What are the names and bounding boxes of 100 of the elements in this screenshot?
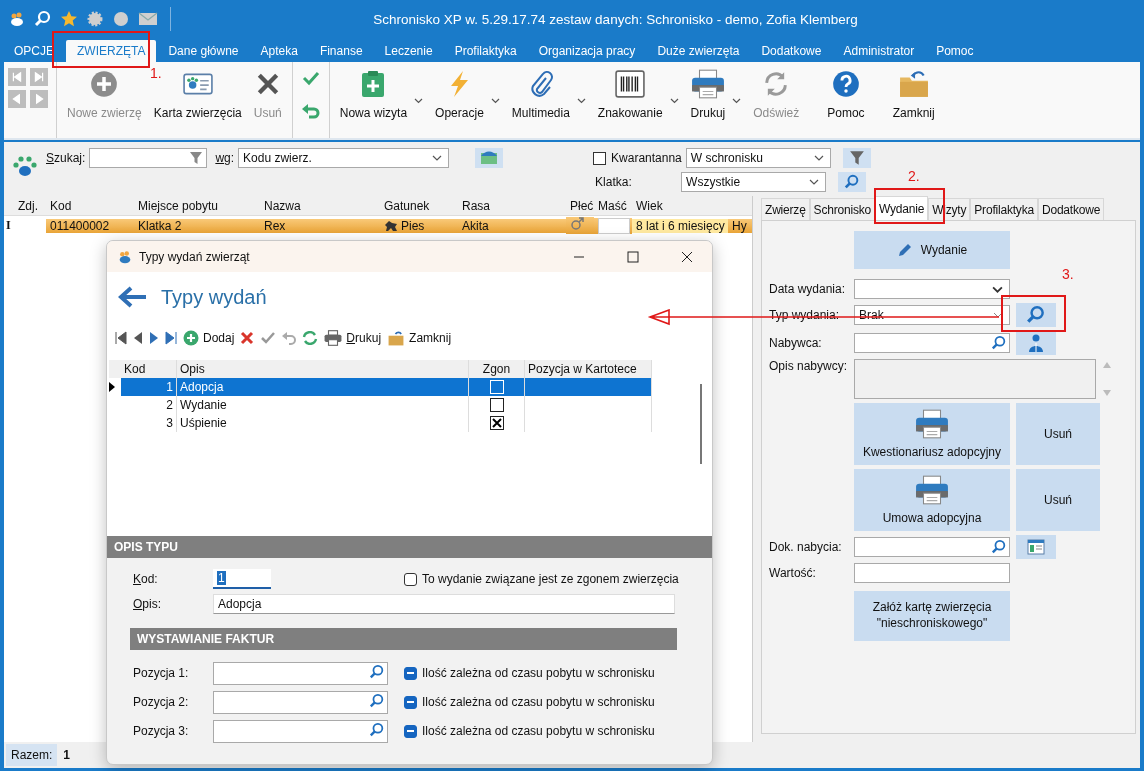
back-arrow-icon[interactable] — [117, 286, 147, 308]
menu-tab[interactable]: Administrator — [833, 40, 925, 62]
menu-tab[interactable]: Apteka — [250, 40, 308, 62]
menu-tab[interactable]: ZWIERZĘTA — [66, 40, 157, 62]
mail-icon[interactable] — [138, 11, 158, 27]
first-record-button[interactable] — [8, 68, 26, 86]
search-icon[interactable] — [34, 10, 52, 28]
filter-button[interactable] — [842, 148, 871, 168]
search-by-select[interactable]: Kodu zwierz. — [238, 148, 450, 168]
table-row[interactable]: I 011400002 Klatka 2 Rex Pies Akita 8 lat i 6 miesięcy Hy — [4, 215, 752, 235]
next-record-icon[interactable] — [149, 331, 159, 345]
buyer-description-field[interactable] — [854, 359, 1096, 399]
refresh-icon[interactable] — [302, 331, 319, 345]
filter-icon[interactable] — [189, 151, 204, 165]
position-field[interactable] — [213, 719, 388, 743]
duration-checkbox[interactable]: Ilość zależna od czasu pobytu w schronisku — [404, 724, 655, 738]
position-field[interactable] — [213, 661, 388, 685]
detail-tab[interactable]: Wydanie — [875, 196, 929, 220]
death-checkbox[interactable] — [489, 416, 504, 430]
ribbon-button[interactable]: Zamknij — [886, 62, 957, 138]
menu-tab[interactable]: Leczenie — [374, 40, 443, 62]
menu-tab[interactable]: Profilaktyka — [444, 40, 527, 62]
previous-record-button[interactable] — [8, 90, 26, 108]
menu-tab[interactable]: Pomoc — [926, 40, 984, 62]
search-button[interactable] — [838, 172, 867, 192]
column-header[interactable]: Nazwa — [260, 198, 380, 213]
menu-tab[interactable]: Dane główne — [158, 40, 249, 62]
death-related-checkbox[interactable]: To wydanie związane jest ze zgonem zwierzęcia — [404, 572, 679, 586]
print-button[interactable]: Drukuj — [324, 330, 382, 346]
ribbon-button[interactable]: Drukuj — [684, 62, 748, 138]
search-icon[interactable] — [369, 692, 385, 709]
duration-checkbox[interactable]: Ilość zależna od czasu pobytu w schronisku — [404, 666, 655, 680]
undo-icon[interactable] — [282, 331, 297, 345]
grid-row[interactable]: 3 Uśpienie — [109, 414, 712, 432]
detail-tab[interactable]: Zwierzę — [761, 198, 810, 220]
column-header[interactable]: Płeć — [566, 198, 594, 213]
menu-tab[interactable]: Dodatkowe — [751, 40, 832, 62]
ribbon-button[interactable]: Znakowanie — [591, 62, 685, 138]
search-field[interactable] — [89, 148, 208, 168]
code-field[interactable]: 1 — [213, 569, 271, 589]
duration-checkbox[interactable]: Ilość zależna od czasu pobytu w schronisku — [404, 695, 655, 709]
quarantine-checkbox[interactable]: Kwarantanna — [593, 151, 682, 165]
search-icon[interactable] — [369, 721, 385, 738]
grid-row[interactable]: 2 Wydanie — [109, 396, 712, 414]
search-button[interactable] — [1016, 303, 1056, 327]
next-record-button[interactable] — [30, 90, 48, 108]
last-record-icon[interactable] — [165, 331, 177, 345]
add-button[interactable]: Dodaj — [183, 330, 235, 346]
description-field[interactable]: Adopcja — [213, 594, 675, 614]
detail-tab[interactable]: Dodatkowe — [1037, 198, 1105, 220]
acquisition-document-field[interactable] — [854, 537, 1010, 557]
column-header[interactable]: Maść — [594, 198, 632, 213]
detail-tab[interactable]: Schronisko — [809, 198, 875, 220]
delete-button[interactable]: Usuń — [1016, 469, 1100, 531]
detail-tab[interactable]: Profilaktyka — [970, 198, 1038, 220]
search-icon[interactable] — [991, 335, 1007, 351]
umbrella-icon — [480, 150, 499, 166]
value-field[interactable] — [854, 563, 1010, 583]
last-record-button[interactable] — [30, 68, 48, 86]
issue-date-picker[interactable] — [854, 279, 1010, 299]
location-select[interactable]: W schronisku — [685, 148, 831, 168]
close-button[interactable] — [681, 250, 693, 263]
person-button[interactable] — [1016, 331, 1056, 355]
death-checkbox[interactable] — [489, 398, 504, 412]
search-icon[interactable] — [369, 663, 385, 680]
delete-button[interactable]: Usuń — [1016, 403, 1100, 465]
column-header[interactable]: Gatunek — [380, 198, 458, 213]
ribbon-button[interactable]: Operacje — [429, 62, 506, 138]
menu-tab[interactable]: OPCJE — [4, 40, 64, 62]
check-icon[interactable] — [260, 331, 277, 345]
issue-button[interactable]: Wydanie — [854, 231, 1010, 269]
close-dialog-button[interactable]: Zamknij — [387, 330, 452, 346]
print-document-button[interactable]: Kwestionariusz adopcyjny — [854, 403, 1010, 465]
column-header[interactable]: Rasa — [458, 198, 566, 213]
search-icon[interactable] — [991, 539, 1007, 555]
form-button[interactable] — [1016, 535, 1056, 559]
circle-icon[interactable] — [112, 10, 130, 28]
column-header[interactable]: Zdj. — [4, 198, 46, 213]
column-header[interactable]: Wiek — [632, 198, 728, 213]
previous-record-icon[interactable] — [133, 331, 143, 345]
buyer-field[interactable] — [854, 333, 1010, 353]
star-icon[interactable] — [60, 10, 78, 28]
cage-select[interactable]: Wszystkie — [681, 172, 827, 192]
delete-icon[interactable] — [240, 331, 255, 345]
animal-scan-button[interactable] — [475, 148, 504, 168]
menu-tab[interactable]: Finanse — [309, 40, 373, 62]
menu-tab[interactable]: Duże zwierzęta — [647, 40, 750, 62]
create-card-button[interactable]: Załóż kartę zwierzęcia "nieschroniskowego" — [854, 591, 1010, 641]
maximize-button[interactable] — [627, 250, 639, 263]
first-record-icon[interactable] — [115, 331, 127, 345]
ribbon-button[interactable]: Nowa wizyta — [333, 62, 430, 138]
gear-icon[interactable] — [86, 10, 104, 28]
position-field[interactable] — [213, 690, 388, 714]
ribbon-button[interactable]: Pomoc — [821, 62, 887, 138]
menu-tab[interactable]: Organizacja pracy — [528, 40, 646, 62]
ribbon-button[interactable]: Multimedia — [505, 62, 592, 138]
column-header[interactable]: Kod — [46, 198, 134, 213]
column-header[interactable]: Miejsce pobytu — [134, 198, 260, 213]
grid-row[interactable]: 1 Adopcja — [109, 378, 712, 396]
print-document-button[interactable]: Umowa adopcyjna — [854, 469, 1010, 531]
